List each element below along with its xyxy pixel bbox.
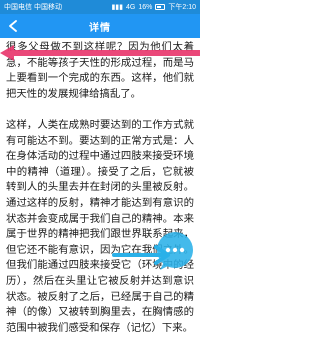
signal-icon: ▮▮▮	[111, 3, 124, 11]
battery-icon	[155, 4, 166, 10]
page-title: 详情	[89, 22, 111, 34]
article-body: 很多父母做不到这样呢？因为他们太着急，不能等孩子天性的形成过程，而是马上要看到一…	[6, 40, 194, 352]
network-type: 4G	[126, 3, 136, 11]
battery-percent: 16%	[138, 3, 153, 11]
carrier-text: 中国电信 中国移动	[4, 4, 62, 11]
status-bar: 中国电信 中国移动 ▮▮▮ 4G 16% 下午2:10	[0, 0, 200, 14]
back-button[interactable]	[5, 18, 21, 34]
back-arrow-icon	[9, 20, 17, 32]
article-paragraph: 这样，人类在成熟时要达到的工作方式就有可能达不到。要达到的正常方式是：人在身体活…	[6, 118, 194, 334]
clock: 下午2:10	[168, 4, 196, 11]
app-bar: 详情	[0, 14, 200, 38]
article-paragraph: 很多父母做不到这样呢？因为他们太着急，不能等孩子天性的形成过程，而是马上要看到一…	[6, 41, 194, 100]
